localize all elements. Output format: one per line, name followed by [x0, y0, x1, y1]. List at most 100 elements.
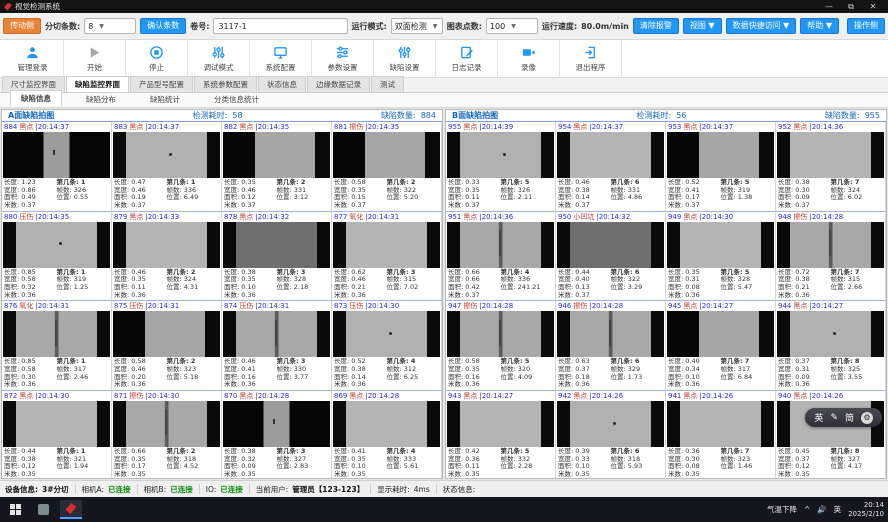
maximize-button[interactable]: ⧉ — [840, 2, 862, 12]
defect-cell-950[interactable]: 950小凹坑|20:14:32长度: 0.44宽度: 0.40面积: 0.13米… — [556, 212, 666, 302]
defect-image[interactable] — [223, 311, 330, 357]
clear-alarm-button[interactable]: 清除报警 — [633, 18, 679, 34]
sub-tab-1[interactable]: 缺陷分布 — [76, 92, 126, 107]
defect-image[interactable] — [667, 222, 774, 268]
tray-language-indicator[interactable]: 英 — [834, 504, 842, 515]
defect-cell-874[interactable]: 874压伤|20:14:31长度: 0.46宽度: 0.41面积: 0.16米数… — [222, 301, 332, 391]
defect-cell-954[interactable]: 954黑点|20:14:37长度: 0.46宽度: 0.38面积: 0.14米数… — [556, 122, 666, 212]
defect-cell-943[interactable]: 943黑点|20:14:27长度: 0.42宽度: 0.36面积: 0.11米数… — [446, 391, 556, 480]
defect-cell-880[interactable]: 880压伤|20:14:35长度: 0.85宽度: 0.58面积: 0.32米数… — [2, 212, 112, 302]
defect-cell-875[interactable]: 875压伤|20:14:31长度: 0.58宽度: 0.46面积: 0.20米数… — [112, 301, 222, 391]
ime-english-toggle[interactable]: 英 — [814, 411, 823, 424]
defect-image[interactable] — [667, 132, 774, 178]
taskbar-clock[interactable]: 20:14 2025/2/10 — [848, 501, 884, 519]
ime-simplified-toggle[interactable]: 简 — [845, 411, 854, 424]
defect-image[interactable] — [3, 401, 110, 447]
main-tab-3[interactable]: 系统参数配置 — [194, 76, 257, 92]
confirm-count-button[interactable]: 确认条数 — [140, 18, 186, 34]
defect-image[interactable] — [557, 222, 664, 268]
defect-cell-948[interactable]: 948擦伤|20:14:28长度: 0.72宽度: 0.38面积: 0.21米数… — [776, 212, 886, 302]
drive-side-button[interactable]: 传动侧 — [3, 18, 41, 34]
defect-image[interactable] — [113, 132, 220, 178]
roll-number-input[interactable]: 3117-1 — [213, 18, 347, 34]
taskbar-app-inspection[interactable] — [60, 500, 82, 519]
defect-cell-946[interactable]: 946擦伤|20:14:28长度: 0.63宽度: 0.37面积: 0.18米数… — [556, 301, 666, 391]
defect-image[interactable] — [223, 222, 330, 268]
defect-cell-881[interactable]: 881擦伤|20:14:35长度: 0.58宽度: 0.35面积: 0.15米数… — [332, 122, 442, 212]
defect-cell-940[interactable]: 940黑点|20:14:26长度: 0.45宽度: 0.37面积: 0.12米数… — [776, 391, 886, 480]
defect-cell-872[interactable]: 872黑点|20:14:30长度: 0.44宽度: 0.38面积: 0.12米数… — [2, 391, 112, 480]
defect-image[interactable] — [333, 222, 440, 268]
operator-side-button[interactable]: 操作侧 — [847, 18, 885, 34]
defect-image[interactable] — [223, 132, 330, 178]
weather-text[interactable]: 气温下降 — [767, 504, 797, 515]
main-tab-5[interactable]: 边缘数据记录 — [307, 76, 370, 92]
defect-cell-955[interactable]: 955黑点|20:14:39长度: 0.33宽度: 0.35面积: 0.11米数… — [446, 122, 556, 212]
view-menu-button[interactable]: 视图 ▼ — [683, 18, 722, 34]
defect-cell-951[interactable]: 951黑点|20:14:36长度: 0.66宽度: 0.66面积: 0.42米数… — [446, 212, 556, 302]
defect-cell-879[interactable]: 879黑点|20:14:33长度: 0.46宽度: 0.35面积: 0.11米数… — [112, 212, 222, 302]
defect-cell-953[interactable]: 953黑点|20:14:37长度: 0.52宽度: 0.41面积: 0.17米数… — [666, 122, 776, 212]
start-button[interactable] — [4, 500, 26, 519]
chart-points-select[interactable]: 100 ▼ — [486, 18, 538, 34]
defect-cell-941[interactable]: 941黑点|20:14:26长度: 0.36宽度: 0.30面积: 0.08米数… — [666, 391, 776, 480]
defect-image[interactable] — [447, 311, 554, 357]
defect-cell-949[interactable]: 949黑点|20:14:30长度: 0.35宽度: 0.31面积: 0.08米数… — [666, 212, 776, 302]
main-tab-4[interactable]: 状态信息 — [258, 76, 306, 92]
defect-cell-942[interactable]: 942黑点|20:14:26长度: 0.39宽度: 0.33面积: 0.10米数… — [556, 391, 666, 480]
main-tab-6[interactable]: 测试 — [371, 76, 404, 92]
sub-tab-2[interactable]: 缺陷统计 — [140, 92, 190, 107]
defect-image[interactable] — [667, 311, 774, 357]
defect-cell-878[interactable]: 878黑点|20:14:32长度: 0.38宽度: 0.35面积: 0.10米数… — [222, 212, 332, 302]
run-mode-select[interactable]: 双面检测 ▼ — [391, 18, 443, 34]
data-quick-access-menu-button[interactable]: 数据快捷访问 ▼ — [726, 18, 797, 34]
sub-tab-3[interactable]: 分类信息统计 — [204, 92, 269, 107]
defect-image[interactable] — [113, 311, 220, 357]
close-button[interactable]: ✕ — [862, 2, 884, 11]
help-menu-button[interactable]: 帮助 ▼ — [800, 18, 839, 34]
taskbar-app-file-explorer[interactable] — [32, 500, 54, 519]
defect-cell-869[interactable]: 869黑点|20:14:28长度: 0.41宽度: 0.35面积: 0.10米数… — [332, 391, 442, 480]
defect-image[interactable] — [223, 401, 330, 447]
defect-image[interactable] — [333, 311, 440, 357]
defect-image[interactable] — [3, 222, 110, 268]
defect-image[interactable] — [557, 132, 664, 178]
defect-image[interactable] — [333, 132, 440, 178]
toolbar-button-system[interactable]: 系统配置 — [250, 40, 312, 77]
defect-cell-947[interactable]: 947擦伤|20:14:28长度: 0.58宽度: 0.35面积: 0.16米数… — [446, 301, 556, 391]
defect-cell-883[interactable]: 883黑点|20:14:37长度: 0.47宽度: 0.46面积: 0.19米数… — [112, 122, 222, 212]
gear-icon[interactable]: ⚙ — [861, 412, 873, 424]
volume-icon[interactable]: 🔊 — [817, 505, 826, 514]
defect-cell-945[interactable]: 945黑点|20:14:27长度: 0.40宽度: 0.34面积: 0.10米数… — [666, 301, 776, 391]
defect-image[interactable] — [113, 401, 220, 447]
toolbar-button-debug[interactable]: 调试模式 — [188, 40, 250, 77]
toolbar-button-stop[interactable]: 停止 — [126, 40, 188, 77]
defect-image[interactable] — [777, 222, 884, 268]
defect-cell-870[interactable]: 870黑点|20:14:28长度: 0.38宽度: 0.32面积: 0.09米数… — [222, 391, 332, 480]
defect-cell-944[interactable]: 944黑点|20:14:27长度: 0.37宽度: 0.31面积: 0.09米数… — [776, 301, 886, 391]
toolbar-button-user[interactable]: 管理登录 — [2, 40, 64, 77]
defect-cell-882[interactable]: 882黑点|20:14:35长度: 0.35宽度: 0.46面积: 0.12米数… — [222, 122, 332, 212]
toolbar-button-params[interactable]: 参数设置 — [312, 40, 374, 77]
defect-image[interactable] — [113, 222, 220, 268]
sub-tab-0[interactable]: 缺陷信息 — [10, 90, 62, 107]
pen-icon[interactable]: ✎ — [830, 413, 838, 423]
defect-image[interactable] — [447, 132, 554, 178]
toolbar-button-defect-settings[interactable]: 缺陷设置 — [374, 40, 436, 77]
defect-image[interactable] — [447, 222, 554, 268]
defect-image[interactable] — [447, 401, 554, 447]
defect-cell-952[interactable]: 952黑点|20:14:36长度: 0.38宽度: 0.30面积: 0.09米数… — [776, 122, 886, 212]
defect-image[interactable] — [777, 132, 884, 178]
defect-image[interactable] — [777, 311, 884, 357]
toolbar-button-log[interactable]: 日志记录 — [436, 40, 498, 77]
defect-image[interactable] — [3, 132, 110, 178]
defect-cell-871[interactable]: 871擦伤|20:14:30长度: 0.66宽度: 0.35面积: 0.17米数… — [112, 391, 222, 480]
defect-image[interactable] — [333, 401, 440, 447]
defect-image[interactable] — [667, 401, 774, 447]
toolbar-button-exit[interactable]: 退出程序 — [560, 40, 622, 77]
defect-cell-884[interactable]: 884黑点|20:14:37长度: 1.23宽度: 0.86面积: 0.49米数… — [2, 122, 112, 212]
defect-cell-876[interactable]: 876氧化|20:14:31长度: 0.85宽度: 0.58面积: 0.30米数… — [2, 301, 112, 391]
toolbar-button-play[interactable]: 开始 — [64, 40, 126, 77]
ime-language-bar[interactable]: 英 ✎ 简 ⚙ — [805, 408, 882, 427]
defect-image[interactable] — [3, 311, 110, 357]
